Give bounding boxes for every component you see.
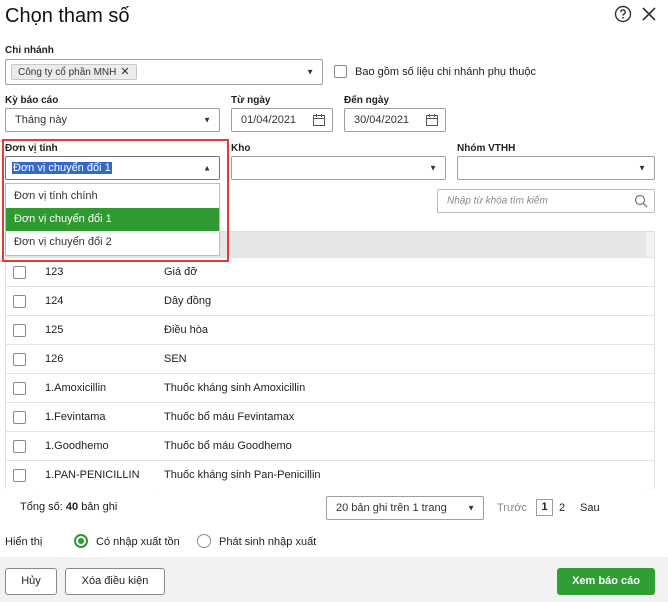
row-checkbox[interactable] xyxy=(13,469,26,482)
total-count: 40 xyxy=(65,501,79,513)
total-records: Tổng số: 40 bản ghi xyxy=(20,501,117,513)
clear-conditions-button[interactable]: Xóa điều kiện xyxy=(65,568,165,595)
period-select[interactable]: Tháng này ▼ xyxy=(5,108,220,132)
row-name: Thuốc kháng sinh Pan-Penicillin xyxy=(164,469,321,481)
include-dependent-label: Bao gồm số liệu chi nhánh phụ thuộc xyxy=(355,66,537,78)
prev-page-link[interactable]: Trước xyxy=(497,502,527,514)
total-unit: bản ghi xyxy=(81,501,118,513)
dialog-title: Chọn tham số xyxy=(5,5,130,27)
period-label: Kỳ báo cáo xyxy=(5,95,59,106)
row-name: Điều hòa xyxy=(164,324,209,336)
table-row[interactable]: 124 Dây đồng xyxy=(6,286,654,315)
to-date-value: 30/04/2021 xyxy=(354,114,410,126)
table-row[interactable]: 1.Fevintama Thuốc bổ máu Fevintamax xyxy=(6,402,654,431)
row-code: 124 xyxy=(45,295,64,307)
warehouse-label: Kho xyxy=(231,143,251,154)
from-date-value: 01/04/2021 xyxy=(241,114,297,126)
chevron-down-icon: ▼ xyxy=(429,163,437,173)
chevron-down-icon: ▼ xyxy=(638,163,646,173)
row-checkbox[interactable] xyxy=(13,411,26,424)
from-date-label: Từ ngày xyxy=(231,95,271,106)
close-icon[interactable] xyxy=(640,5,658,23)
table-row[interactable]: 125 Điều hòa xyxy=(6,315,654,344)
row-code: 123 xyxy=(45,266,64,278)
row-name: Dây đồng xyxy=(164,295,212,307)
branch-tag: Công ty cổ phần MNH ✕ xyxy=(11,64,137,80)
row-code: 1.Goodhemo xyxy=(45,440,109,452)
chevron-down-icon: ▼ xyxy=(467,503,475,513)
search-input[interactable]: Nhập từ khóa tìm kiếm xyxy=(437,189,655,213)
page-size-value: 20 bản ghi trên 1 trang xyxy=(336,502,447,514)
to-date-input[interactable]: 30/04/2021 xyxy=(344,108,446,132)
from-date-input[interactable]: 01/04/2021 xyxy=(231,108,333,132)
table-row[interactable]: 126 SEN xyxy=(6,344,654,373)
radio-has-inventory-label: Có nhập xuất tồn xyxy=(96,536,180,548)
table-row[interactable]: 1.PAN-PENICILLIN Thuốc kháng sinh Pan-Pe… xyxy=(6,460,654,489)
row-code: 1.Amoxicillin xyxy=(45,382,107,394)
cancel-button[interactable]: Hủy xyxy=(5,568,57,595)
branch-label: Chi nhánh xyxy=(5,45,54,56)
search-icon[interactable] xyxy=(634,194,648,211)
chevron-down-icon: ▼ xyxy=(306,67,314,77)
row-checkbox[interactable] xyxy=(13,382,26,395)
view-report-button[interactable]: Xem báo cáo xyxy=(557,568,655,595)
row-checkbox[interactable] xyxy=(13,324,26,337)
tag-remove-icon[interactable]: ✕ xyxy=(120,66,129,78)
branch-tag-label: Công ty cổ phần MNH xyxy=(18,67,117,78)
items-table: 123 Giá đỡ 124 Dây đồng 125 Điều hòa 126… xyxy=(5,231,655,490)
row-code: 1.PAN-PENICILLIN xyxy=(45,469,140,481)
calendar-icon[interactable] xyxy=(425,113,439,130)
row-code: 1.Fevintama xyxy=(45,411,106,423)
highlight-frame xyxy=(2,139,229,262)
page-2-button[interactable]: 2 xyxy=(559,502,565,514)
row-checkbox[interactable] xyxy=(13,295,26,308)
next-page-link[interactable]: Sau xyxy=(580,502,600,514)
calendar-icon[interactable] xyxy=(312,113,326,130)
row-code: 126 xyxy=(45,353,64,365)
search-placeholder: Nhập từ khóa tìm kiếm xyxy=(447,195,548,207)
table-row[interactable]: 1.Goodhemo Thuốc bổ máu Goodhemo xyxy=(6,431,654,460)
chevron-down-icon: ▼ xyxy=(203,115,211,125)
include-dependent-checkbox[interactable] xyxy=(334,65,347,78)
row-code: 125 xyxy=(45,324,64,336)
row-name: Thuốc bổ máu Fevintamax xyxy=(164,411,295,423)
radio-transactions[interactable] xyxy=(197,534,211,548)
to-date-label: Đến ngày xyxy=(344,95,390,106)
display-label: Hiển thị xyxy=(5,536,43,548)
total-label: Tổng số: xyxy=(20,501,63,513)
period-value: Tháng này xyxy=(15,114,67,126)
table-row[interactable]: 1.Amoxicillin Thuốc kháng sinh Amoxicill… xyxy=(6,373,654,402)
row-name: SEN xyxy=(164,353,187,365)
page-1-button[interactable]: 1 xyxy=(536,499,553,516)
row-name: Giá đỡ xyxy=(164,266,198,278)
page-size-select[interactable]: 20 bản ghi trên 1 trang ▼ xyxy=(326,496,484,520)
group-select[interactable]: ▼ xyxy=(457,156,655,180)
branch-select[interactable]: Công ty cổ phần MNH ✕ ▼ xyxy=(5,59,323,85)
help-circle-icon[interactable] xyxy=(614,5,632,23)
row-name: Thuốc kháng sinh Amoxicillin xyxy=(164,382,306,394)
radio-transactions-label: Phát sinh nhập xuất xyxy=(219,536,317,548)
row-name: Thuốc bổ máu Goodhemo xyxy=(164,440,292,452)
group-label: Nhóm VTHH xyxy=(457,143,516,154)
row-checkbox[interactable] xyxy=(13,440,26,453)
warehouse-select[interactable]: ▼ xyxy=(231,156,446,180)
radio-has-inventory[interactable] xyxy=(74,534,88,548)
row-checkbox[interactable] xyxy=(13,266,26,279)
row-checkbox[interactable] xyxy=(13,353,26,366)
